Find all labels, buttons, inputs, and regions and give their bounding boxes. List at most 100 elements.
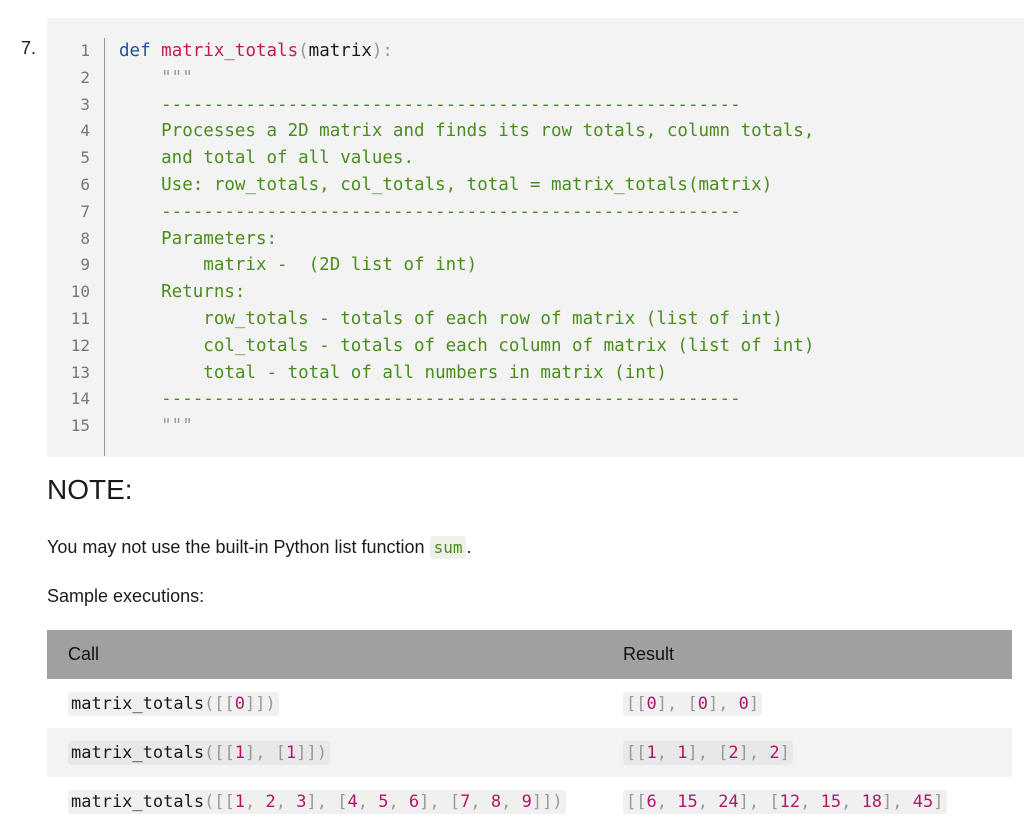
code-token: ], [	[738, 791, 780, 812]
code-token: ], [	[306, 791, 348, 812]
code-token: ]	[779, 742, 790, 763]
code-token: 15	[820, 791, 842, 812]
code-token: 15	[677, 791, 698, 812]
code-line: matrix - (2D list of int)	[119, 252, 814, 279]
call-code: matrix_totals([[1, 2, 3], [4, 5, 6], [7,…	[68, 789, 566, 814]
code-token: ----------------------------------------…	[119, 94, 741, 115]
code-token: 1	[677, 742, 688, 763]
code-token: ,	[656, 742, 678, 763]
code-token: matrix_totals	[71, 791, 205, 812]
code-token: and total of all values.	[119, 148, 415, 169]
code-token: 6	[646, 791, 657, 812]
code-line: ----------------------------------------…	[119, 92, 814, 119]
call-cell: matrix_totals([[0]])	[47, 679, 623, 728]
sample-executions-table: Call Result matrix_totals([[0]]) [[0], [0…	[47, 630, 1012, 826]
code-token: ([[	[204, 693, 235, 714]
code-token: def	[119, 41, 162, 61]
code-token: ,	[470, 791, 491, 812]
code-line: total - total of all numbers in matrix (…	[119, 360, 814, 387]
code-token: """	[119, 416, 193, 437]
code-token: ----------------------------------------…	[119, 389, 741, 410]
line-number: 12	[70, 335, 90, 355]
line-number: 10	[70, 282, 90, 302]
result-code: [[6, 15, 24], [12, 15, 18], 45]	[623, 789, 947, 814]
code-token: matrix - (2D list of int)	[119, 255, 478, 276]
code-token: ],	[738, 742, 770, 763]
code-token: 1	[285, 742, 297, 763]
code-token: total - total of all numbers in matrix (…	[119, 362, 667, 383]
code-token: 1	[234, 742, 246, 763]
code-token: ]])	[245, 693, 276, 714]
line-number: 11	[70, 308, 90, 328]
line-number: 6	[80, 174, 90, 194]
code-token: 0	[697, 693, 708, 714]
note-text: You may not use the built-in Python list…	[47, 536, 472, 559]
code-token: [[	[626, 742, 647, 763]
code-line: Returns:	[119, 279, 814, 306]
code-token: 0	[646, 693, 657, 714]
code-token: 6	[408, 791, 420, 812]
code-token: Returns:	[119, 282, 246, 303]
code-token: ,	[800, 791, 821, 812]
code-token: Parameters:	[119, 228, 278, 249]
code-token: ,	[275, 791, 297, 812]
code-token: [[	[626, 791, 647, 812]
code-token: 0	[738, 693, 749, 714]
note-text-before: You may not use the built-in Python list…	[47, 537, 430, 557]
code-token: 18	[861, 791, 883, 812]
table-row: matrix_totals([[0]]) [[0], [0], 0]	[47, 679, 1012, 728]
table-header-row: Call Result	[47, 630, 1012, 679]
table-row: matrix_totals([[1, 2, 3], [4, 5, 6], [7,…	[47, 777, 1012, 826]
code-token: 5	[378, 791, 389, 812]
line-number: 7	[80, 201, 90, 221]
line-number: 9	[80, 255, 90, 275]
line-number: 5	[80, 148, 90, 168]
code-token: 7	[460, 791, 471, 812]
column-header-result: Result	[623, 630, 1012, 679]
code-line: row_totals - totals of each row of matri…	[119, 306, 814, 333]
code-token: 4	[347, 791, 358, 812]
line-number-gutter: 1 2 3 4 5 6 7 8 9 10 11 12 13 14 15	[47, 38, 104, 440]
code-token: ], [	[419, 791, 461, 812]
code-line: """	[119, 413, 814, 440]
result-code: [[1, 1], [2], 2]	[623, 740, 793, 765]
code-token: 3	[296, 791, 307, 812]
code-token: ,	[501, 791, 522, 812]
code-token: ):	[371, 41, 393, 61]
table-row: matrix_totals([[1], [1]]) [[1, 1], [2], 2…	[47, 728, 1012, 777]
code-token: 45	[912, 791, 934, 812]
code-token: [[	[626, 693, 647, 714]
column-header-call: Call	[47, 630, 623, 679]
code-content: def matrix_totals(matrix): """ ---------…	[119, 38, 814, 440]
code-token: ,	[245, 791, 266, 812]
code-token: ]])	[531, 791, 563, 812]
question-number: 7.	[21, 38, 37, 58]
code-line: and total of all values.	[119, 145, 814, 172]
code-token: ]	[933, 791, 944, 812]
code-token: 0	[234, 693, 246, 714]
code-token: Processes a 2D matrix and finds its row …	[119, 121, 815, 142]
code-token: row_totals - totals of each row of matri…	[119, 308, 783, 329]
result-code: [[0], [0], 0]	[623, 691, 763, 716]
table-body: matrix_totals([[0]]) [[0], [0], 0] matrix_…	[47, 679, 1012, 826]
result-cell: [[6, 15, 24], [12, 15, 18], 45]	[623, 777, 1012, 826]
code-token: 1	[646, 742, 657, 763]
line-number: 3	[80, 94, 90, 114]
line-number: 2	[80, 67, 90, 87]
note-text-after: .	[466, 537, 472, 557]
call-code: matrix_totals([[1], [1]])	[68, 740, 330, 765]
code-token: """	[119, 67, 193, 88]
code-token: 24	[718, 791, 739, 812]
code-token: ([[	[204, 791, 235, 812]
code-token: 12	[779, 791, 801, 812]
code-token: ]])	[296, 742, 327, 763]
code-token: ,	[697, 791, 719, 812]
line-number: 4	[80, 121, 90, 141]
code-block: 1 2 3 4 5 6 7 8 9 10 11 12 13 14 15 def matrix_totals(…	[47, 18, 1024, 457]
call-cell: matrix_totals([[1], [1]])	[47, 728, 623, 777]
code-token: ,	[841, 791, 862, 812]
code-token: ], [	[656, 693, 698, 714]
code-token: 2	[265, 791, 276, 812]
code-token: col_totals - totals of each column of ma…	[119, 335, 815, 356]
code-token: ([[	[204, 742, 235, 763]
